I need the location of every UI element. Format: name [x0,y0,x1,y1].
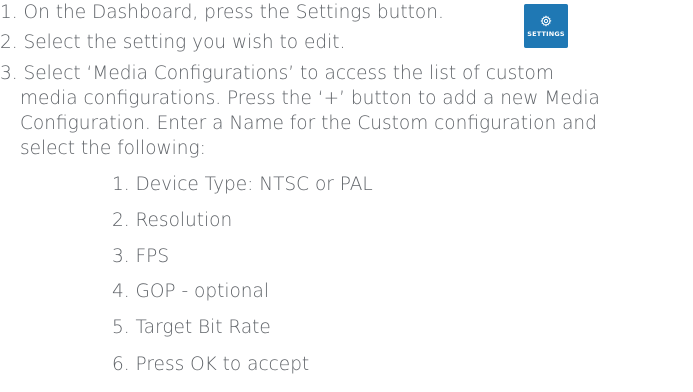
step-number: 2. [0,32,18,53]
step-3: 3. Select ‘Media Configurations’ to acce… [0,63,554,84]
settings-button-label: SETTINGS [527,29,565,38]
substep-item: 6. Press OK to accept [112,354,310,375]
step-3-continuation: Configuration. Enter a Name for the Cust… [20,113,597,134]
step-text: Select the setting you wish to edit. [23,32,346,53]
gear-icon [540,15,552,27]
substep-item: 2. Resolution [112,210,233,231]
step-1: 1. On the Dashboard, press the Settings … [0,2,444,23]
step-number: 1. [0,2,18,23]
step-2: 2. Select the setting you wish to edit. [0,32,346,53]
substep-item: 1. Device Type: NTSC or PAL [112,174,373,195]
step-3-continuation: media configurations. Press the ‘+’ butt… [20,88,600,109]
substep-item: 4. GOP - optional [112,281,269,302]
settings-button[interactable]: SETTINGS [524,4,568,48]
step-text-line: Configuration. Enter a Name for the Cust… [20,113,597,134]
step-3-continuation: select the following: [20,138,206,159]
substep-item: 3. FPS [112,246,170,267]
step-text-line: Select ‘Media Configurations’ to access … [23,63,554,84]
step-text: On the Dashboard, press the Settings but… [23,2,444,23]
step-text-line: select the following: [20,138,206,159]
step-number: 3. [0,63,18,84]
step-text-line: media configurations. Press the ‘+’ butt… [20,88,600,109]
substep-item: 5. Target Bit Rate [112,317,271,338]
